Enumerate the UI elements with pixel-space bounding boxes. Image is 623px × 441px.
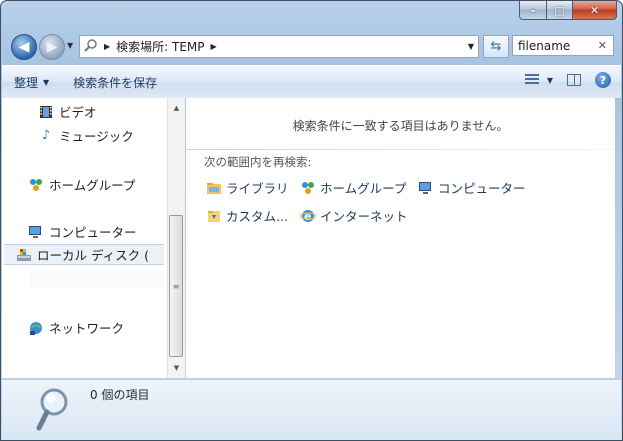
search-again-computer[interactable]: コンピューター — [418, 178, 526, 197]
nav-item-label: コンピューター — [49, 225, 137, 240]
results-pane: 検索条件に一致する項目はありません。 次の範囲内を再検索: ライブラリ ホームグ… — [186, 98, 615, 378]
recent-pages-dropdown[interactable]: ▼ — [67, 41, 73, 50]
search-again-label: 次の範囲内を再検索: — [204, 155, 312, 169]
close-button[interactable]: ✕ — [573, 1, 617, 20]
nav-item-label: ビデオ — [59, 105, 97, 120]
computer-icon — [28, 224, 44, 240]
nav-item-network[interactable]: ネットワーク — [28, 318, 124, 337]
search-again-internet[interactable]: e インターネット — [300, 206, 408, 225]
refresh-icon: ⇆ — [490, 39, 502, 54]
homegroup-icon — [28, 177, 44, 193]
video-icon — [38, 104, 54, 120]
nav-item-blank — [30, 270, 164, 288]
search-again-custom[interactable]: カスタム... — [206, 206, 288, 225]
option-label: インターネット — [320, 209, 408, 224]
divider — [186, 149, 615, 150]
scroll-up-icon[interactable]: ▲ — [168, 100, 185, 116]
chevron-down-icon: ▼ — [43, 77, 50, 87]
chevron-down-icon: ▼ — [67, 41, 74, 50]
drive-icon — [16, 247, 32, 263]
nav-item-label: ホームグループ — [49, 178, 136, 193]
search-location-icon — [84, 38, 98, 55]
caption-buttons: – □ ✕ — [519, 1, 617, 20]
back-arrow-icon: ◀ — [18, 39, 30, 55]
svg-text:e: e — [304, 210, 311, 223]
nav-scrollbar[interactable]: ▲ ≡ ▼ — [167, 98, 185, 378]
item-count: 0 個の項目 — [90, 388, 150, 402]
help-icon[interactable]: ? — [595, 72, 611, 88]
forward-arrow-icon: ▶ — [46, 39, 58, 55]
nav-item-local-disk[interactable]: ローカル ディスク ( — [4, 244, 164, 265]
custom-folder-icon — [206, 208, 222, 224]
scrollbar-thumb[interactable]: ≡ — [169, 215, 183, 357]
organize-label: 整理 — [14, 75, 39, 90]
back-button[interactable]: ◀ — [11, 34, 37, 60]
network-icon — [28, 320, 44, 336]
address-bar[interactable]: ▶ 検索場所: TEMP ▶ ▼ — [79, 35, 479, 58]
search-input[interactable]: filename ✕ — [512, 35, 614, 56]
preview-pane-icon[interactable] — [567, 74, 581, 86]
nav-item-label: ミュージック — [59, 129, 134, 144]
nav-item-label: ローカル ディスク ( — [37, 248, 149, 263]
nav-item-videos[interactable]: ビデオ — [38, 102, 97, 121]
homegroup-icon — [300, 180, 316, 196]
nav-item-label: ネットワーク — [49, 321, 125, 336]
refresh-button[interactable]: ⇆ — [483, 35, 509, 58]
search-query: filename — [518, 38, 571, 53]
breadcrumb-search-location[interactable]: 検索場所: TEMP — [116, 38, 204, 55]
minimize-button[interactable]: – — [519, 1, 547, 20]
nav-item-homegroup[interactable]: ホームグループ — [28, 175, 135, 194]
breadcrumb-arrow-icon[interactable]: ▶ — [104, 42, 110, 51]
save-search-button[interactable]: 検索条件を保存 — [61, 74, 169, 91]
nav-item-computer[interactable]: コンピューター — [28, 222, 137, 241]
music-icon: ♪ — [41, 128, 51, 143]
navigation-pane: ビデオ ♪ ミュージック ホームグループ コンピューター ローカル ディスク ( — [2, 98, 168, 378]
option-label: ライブラリ — [226, 181, 289, 196]
change-view-button[interactable]: ▼ — [524, 74, 553, 86]
no-results-message: 検索条件に一致する項目はありません。 — [292, 119, 509, 133]
details-pane: 0 個の項目 — [2, 379, 621, 440]
scroll-down-icon[interactable]: ▼ — [168, 360, 185, 376]
option-label: カスタム... — [226, 209, 288, 224]
explorer-window: – □ ✕ ◀ ▶ ▼ ▶ 検索場所: TEMP ▶ ▼ ⇆ filename … — [0, 0, 623, 441]
library-icon — [206, 180, 222, 196]
forward-button[interactable]: ▶ — [39, 34, 65, 60]
save-search-label: 検索条件を保存 — [73, 75, 158, 90]
option-label: コンピューター — [438, 181, 526, 196]
clear-search-icon[interactable]: ✕ — [598, 39, 607, 52]
command-bar-right: ▼ ? — [524, 72, 611, 88]
view-list-icon — [524, 74, 539, 86]
chevron-down-icon: ▼ — [546, 75, 553, 85]
search-icon — [36, 386, 72, 432]
command-bar: 整理 ▼ 検索条件を保存 ▼ ? — [2, 65, 621, 99]
search-again-homegroup[interactable]: ホームグループ — [300, 178, 406, 197]
internet-icon: e — [300, 208, 316, 224]
maximize-button[interactable]: □ — [547, 1, 573, 20]
address-row: ◀ ▶ ▼ ▶ 検索場所: TEMP ▶ ▼ ⇆ filename ✕ — [9, 32, 614, 62]
organize-button[interactable]: 整理 ▼ — [2, 74, 61, 91]
breadcrumb-arrow-icon[interactable]: ▶ — [211, 42, 217, 51]
nav-item-music[interactable]: ♪ ミュージック — [38, 126, 134, 145]
computer-icon — [418, 180, 434, 196]
search-again-libraries[interactable]: ライブラリ — [206, 178, 289, 197]
option-label: ホームグループ — [320, 181, 407, 196]
chevron-down-icon[interactable]: ▼ — [468, 42, 474, 51]
